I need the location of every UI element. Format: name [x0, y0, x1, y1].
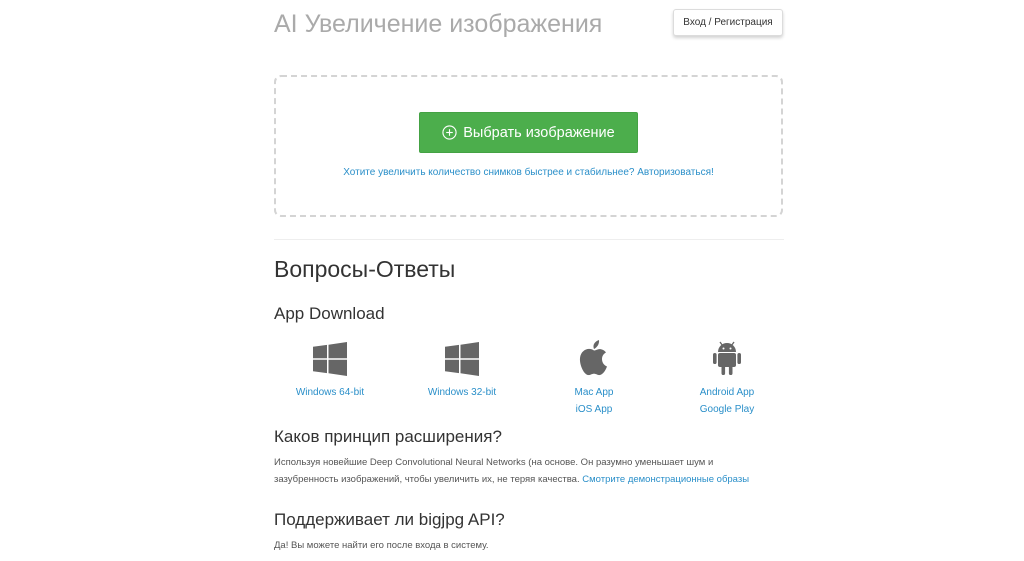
answer-text-line: зазубренность изображений, чтобы увеличи… — [274, 474, 580, 485]
windows-icon — [407, 340, 517, 376]
answer-text: Да! Вы можете найти его после входа в си… — [274, 540, 489, 551]
apple-icon — [539, 340, 649, 376]
android-app-link[interactable]: Android App — [672, 384, 782, 401]
download-apple: Mac App iOS App — [539, 340, 649, 418]
upload-dropzone[interactable]: Выбрать изображение Хотите увеличить кол… — [274, 75, 783, 217]
windows-icon — [275, 340, 385, 376]
answer-text: Используя новейшие Deep Convolutional Ne… — [274, 454, 784, 488]
download-windows-64: Windows 64-bit — [275, 340, 385, 401]
app-download-title: App Download — [274, 304, 385, 323]
select-image-label: Выбрать изображение — [463, 124, 615, 141]
ios-app-link[interactable]: iOS App — [539, 401, 649, 418]
download-windows-32: Windows 32-bit — [407, 340, 517, 401]
upgrade-login-link[interactable]: Хотите увеличить количество снимков быст… — [276, 167, 781, 178]
windows-32-link[interactable]: Windows 32-bit — [407, 384, 517, 401]
google-play-link[interactable]: Google Play — [672, 401, 782, 418]
demo-images-link[interactable]: Смотрите демонстрационные образы — [582, 474, 749, 485]
select-image-button[interactable]: Выбрать изображение — [419, 112, 638, 153]
download-android: Android App Google Play — [672, 340, 782, 418]
android-icon — [672, 340, 782, 376]
windows-64-link[interactable]: Windows 64-bit — [275, 384, 385, 401]
question-title: Поддерживает ли bigjpg API? — [274, 510, 505, 529]
divider — [274, 239, 784, 240]
answer-text-line: Используя новейшие Deep Convolutional Ne… — [274, 457, 714, 468]
main-container: AI Увеличение изображения Вход / Регистр… — [274, 0, 784, 561]
mac-app-link[interactable]: Mac App — [539, 384, 649, 401]
plus-circle-icon — [442, 125, 457, 140]
page-title: AI Увеличение изображения — [274, 10, 603, 38]
login-register-button[interactable]: Вход / Регистрация — [673, 9, 783, 36]
question-title: Каков принцип расширения? — [274, 427, 502, 446]
faq-title: Вопросы-Ответы — [274, 256, 456, 282]
